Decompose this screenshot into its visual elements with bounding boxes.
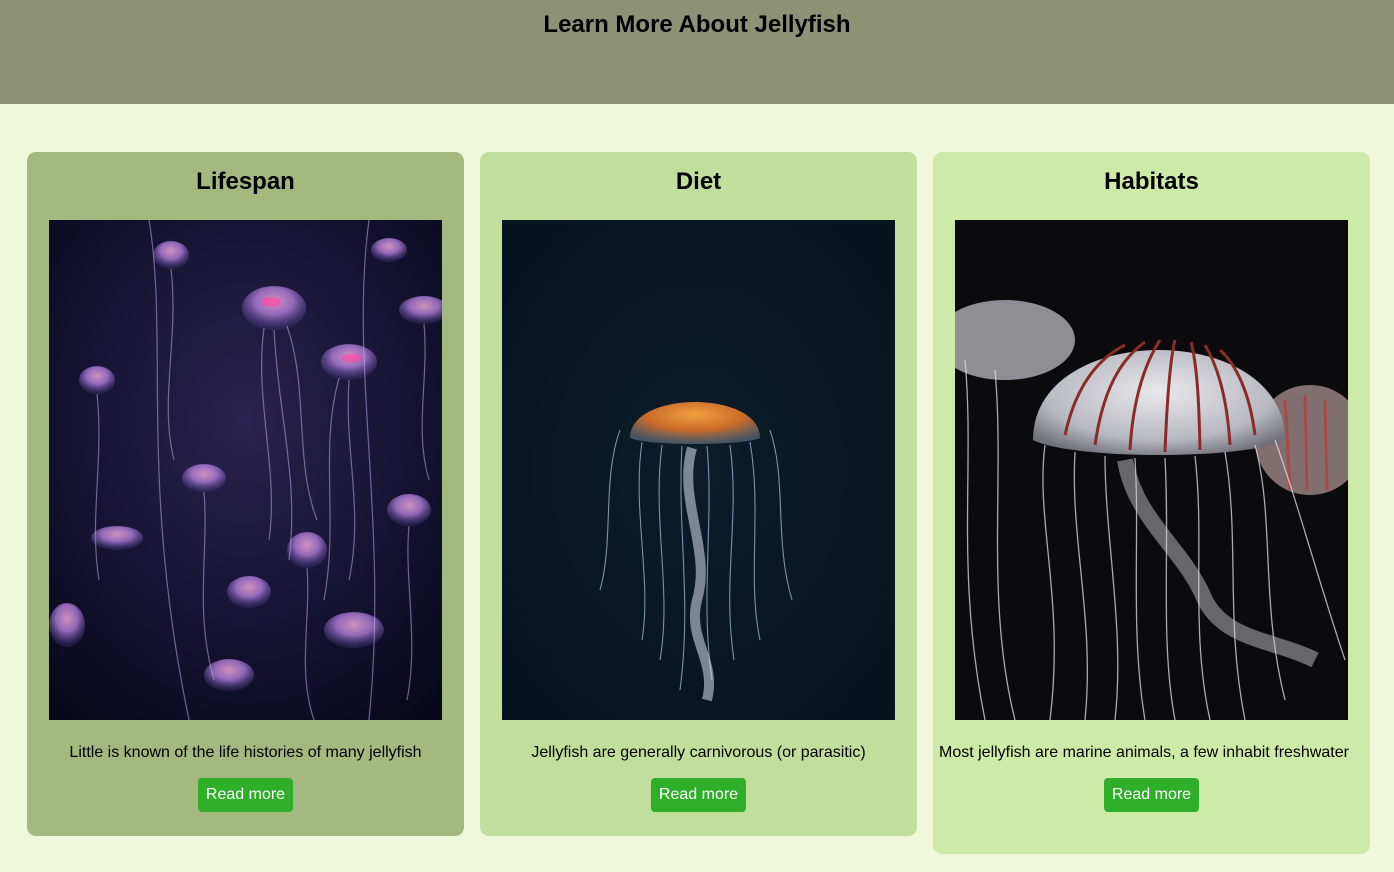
card-description: Jellyfish are generally carnivorous (or … bbox=[531, 744, 866, 761]
card-title: Diet bbox=[675, 168, 722, 195]
read-more-button[interactable]: Read more bbox=[650, 778, 747, 812]
card-description: Little is known of the life histories of… bbox=[69, 744, 422, 761]
striped-jellyfish-image bbox=[955, 220, 1348, 720]
read-more-button[interactable]: Read more bbox=[1103, 778, 1200, 812]
single-jellyfish-image bbox=[502, 220, 895, 720]
card-lifespan: Lifespan Little is known of the life his… bbox=[27, 152, 464, 836]
card-title: Lifespan bbox=[196, 168, 295, 195]
card-diet: Diet Jellyfish are generally carnivorous… bbox=[480, 152, 917, 836]
card-habitats: Habitats Most jellyfish are marine anima… bbox=[933, 152, 1370, 854]
card-title: Habitats bbox=[1104, 168, 1199, 195]
page-title: Learn More About Jellyfish bbox=[543, 11, 851, 38]
jellyfish-swarm-image bbox=[49, 220, 442, 720]
page-header: Learn More About Jellyfish bbox=[0, 0, 1394, 104]
read-more-button[interactable]: Read more bbox=[197, 778, 294, 812]
card-description: Most jellyfish are marine animals, a few… bbox=[939, 744, 1349, 761]
